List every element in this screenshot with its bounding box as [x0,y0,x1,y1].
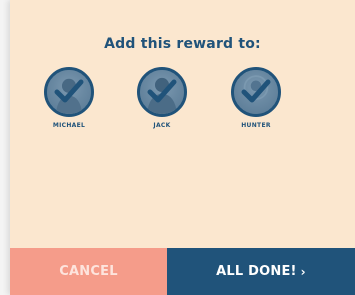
cancel-button-label: CANCEL [59,264,118,279]
recipient-name: JACK [153,122,171,129]
cancel-button[interactable]: CANCEL [10,248,167,295]
recipient-name: MICHAEL [52,122,86,129]
recipient-michael[interactable]: MICHAEL [29,67,109,129]
avatar[interactable] [137,67,187,117]
check-icon [147,79,177,103]
avatar[interactable] [44,67,94,117]
chevron-right-icon: › [300,264,306,279]
recipient-jack[interactable]: JACK [122,67,202,129]
check-icon [54,79,84,103]
all-done-button-label: ALL DONE! [216,264,297,279]
reward-dialog: Add this reward to: MICHAEL JACK HUNTER … [10,0,355,295]
avatar[interactable] [231,67,281,117]
dialog-title: Add this reward to: [104,36,261,52]
dialog-footer: CANCEL ALL DONE! › [10,248,355,295]
recipient-hunter[interactable]: HUNTER [216,67,296,129]
recipient-name: HUNTER [241,122,271,129]
check-icon [241,79,271,103]
all-done-button[interactable]: ALL DONE! › [167,248,355,295]
